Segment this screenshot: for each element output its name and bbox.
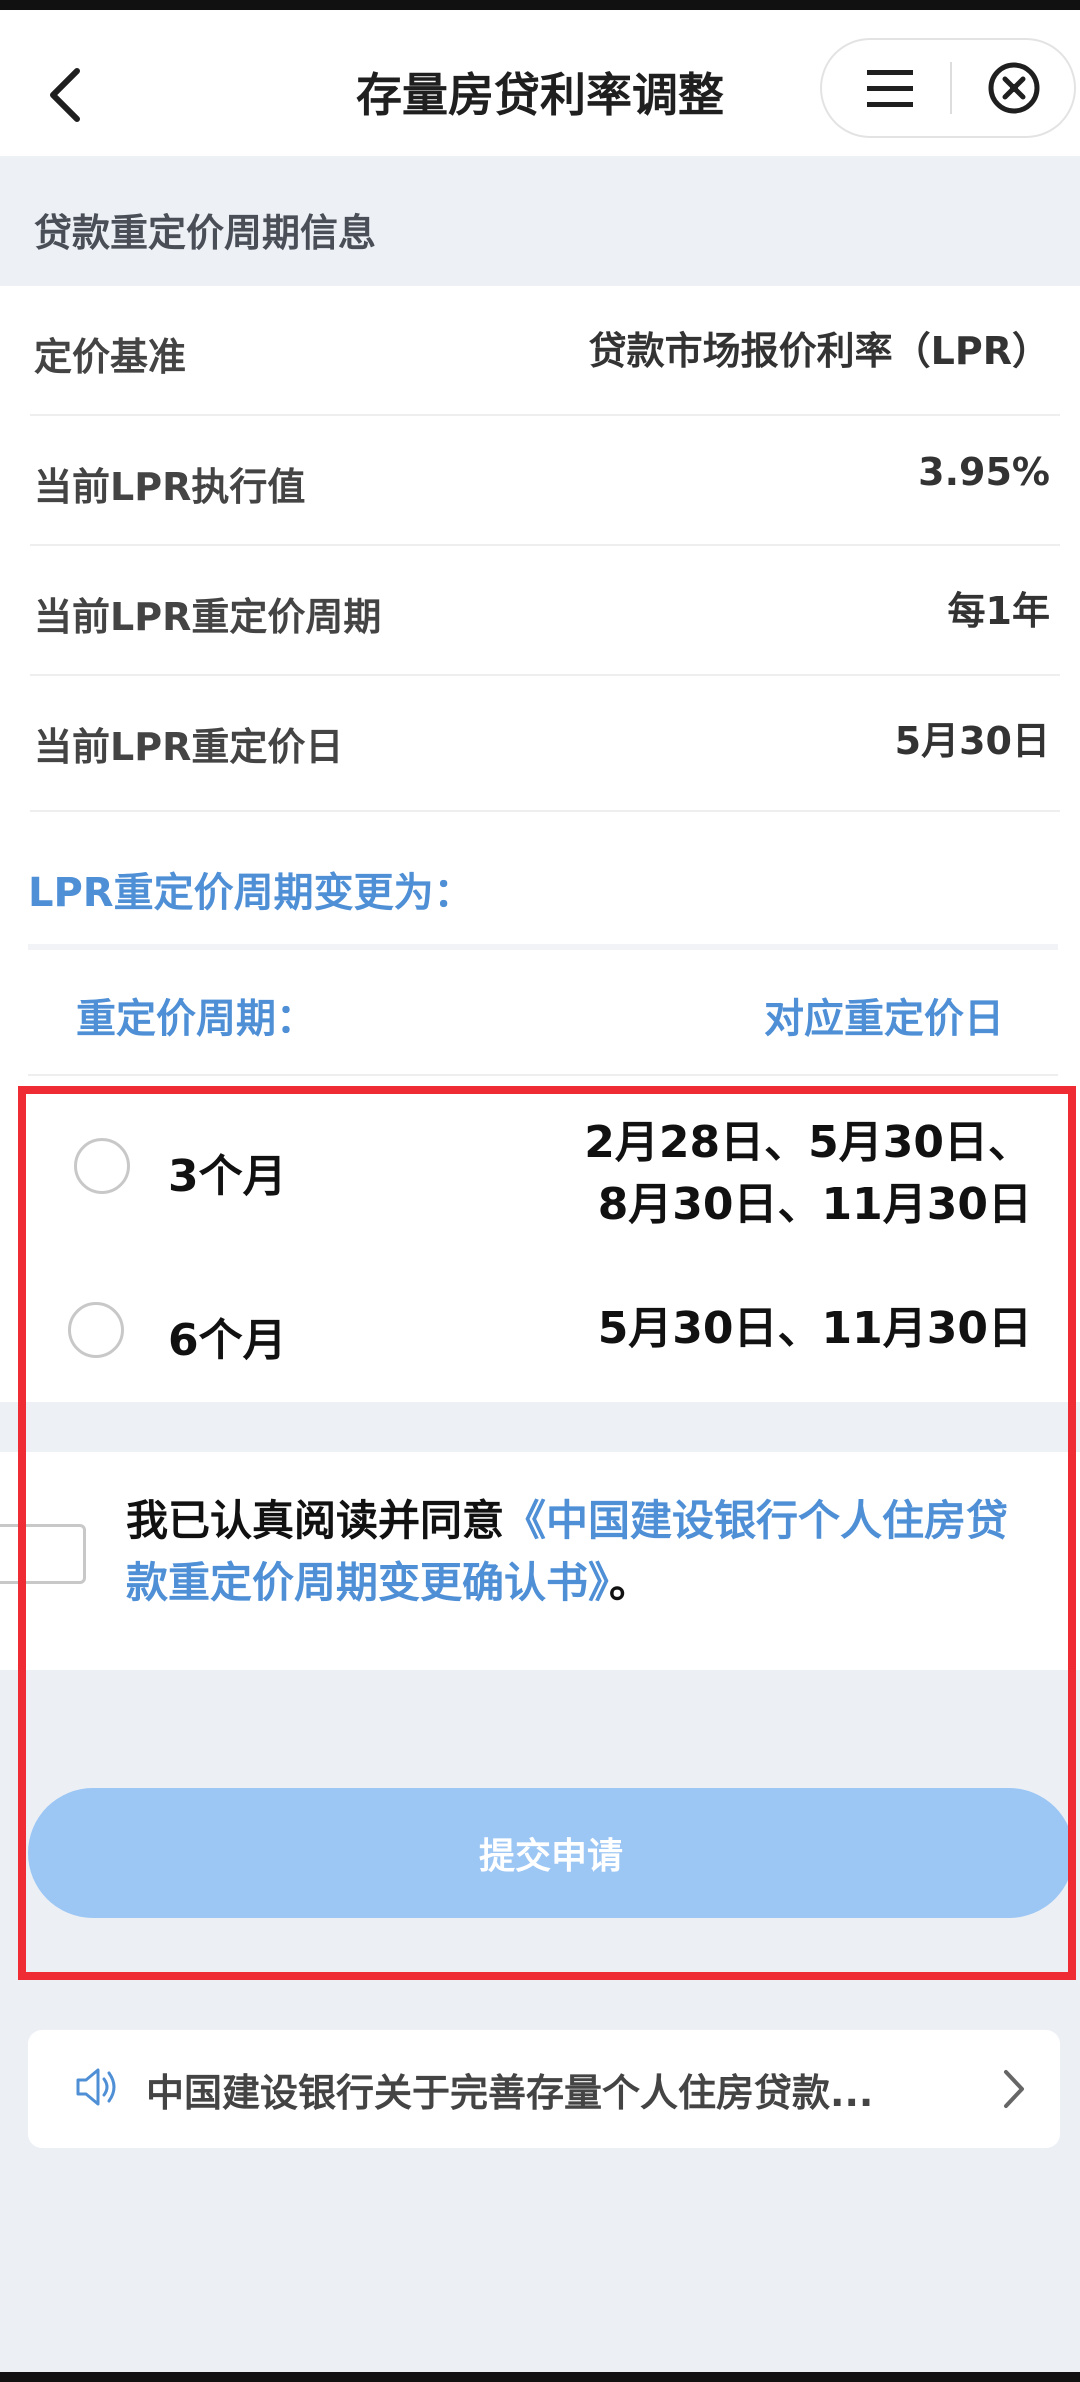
option-label: 3个月 bbox=[168, 1151, 287, 1202]
info-label: 当前LPR重定价日 bbox=[34, 725, 344, 769]
section-header: 贷款重定价周期信息 bbox=[0, 156, 1080, 286]
mini-program-capsule bbox=[820, 38, 1076, 138]
spacer bbox=[0, 1402, 1080, 1452]
info-label: 当前LPR执行值 bbox=[34, 465, 306, 509]
cycle-change-card: LPR重定价周期变更为： 重定价周期： 对应重定价日 3个月 2月28日、5月3… bbox=[0, 822, 1080, 1402]
option-label: 6个月 bbox=[168, 1315, 287, 1366]
info-value: 5月30日 bbox=[894, 719, 1050, 763]
agreement-suffix: 。 bbox=[609, 1558, 652, 1607]
menu-button[interactable] bbox=[840, 40, 940, 136]
info-value: 每1年 bbox=[947, 589, 1050, 633]
close-button[interactable] bbox=[964, 40, 1064, 136]
info-row-repricing-cycle: 当前LPR重定价周期 每1年 bbox=[30, 546, 1060, 676]
option-dates-line: 5月30日、11月30日 bbox=[597, 1303, 1032, 1354]
submit-button[interactable]: 提交申请 bbox=[28, 1788, 1074, 1918]
notice-bar[interactable]: 中国建设银行关于完善存量个人住房贷款... bbox=[28, 2030, 1060, 2148]
option-dates-line: 2月28日、5月30日、 bbox=[584, 1117, 1032, 1168]
option-dates: 2月28日、5月30日、 8月30日、11月30日 bbox=[584, 1112, 1032, 1236]
info-row-repricing-date: 当前LPR重定价日 5月30日 bbox=[30, 676, 1060, 812]
agreement-text: 我已认真阅读并同意《中国建设银行个人住房贷款重定价周期变更确认书》。 bbox=[126, 1490, 1026, 1614]
menu-icon bbox=[867, 70, 913, 107]
column-header-date: 对应重定价日 bbox=[764, 996, 1004, 1042]
agreement-prefix: 我已认真阅读并同意 bbox=[126, 1496, 505, 1545]
info-label: 当前LPR重定价周期 bbox=[34, 595, 382, 639]
option-dates: 5月30日、11月30日 bbox=[598, 1298, 1032, 1360]
change-title: LPR重定价周期变更为： bbox=[28, 870, 474, 916]
section-title: 贷款重定价周期信息 bbox=[34, 211, 377, 255]
info-value: 贷款市场报价利率（LPR） bbox=[588, 329, 1050, 373]
radio-6-months[interactable] bbox=[68, 1302, 124, 1358]
close-circle-icon bbox=[988, 62, 1040, 114]
bottom-edge bbox=[0, 2372, 1080, 2382]
agreement-checkbox[interactable] bbox=[0, 1524, 86, 1584]
chevron-right-icon bbox=[1004, 2070, 1024, 2108]
capsule-divider bbox=[950, 62, 952, 114]
divider bbox=[28, 944, 1058, 950]
info-row-pricing-basis: 定价基准 贷款市场报价利率（LPR） bbox=[30, 286, 1060, 416]
info-value: 3.95% bbox=[918, 450, 1050, 494]
loan-info-card: 定价基准 贷款市场报价利率（LPR） 当前LPR执行值 3.95% 当前LPR重… bbox=[0, 286, 1080, 822]
info-row-lpr-value: 当前LPR执行值 3.95% bbox=[30, 416, 1060, 546]
notice-text: 中国建设银行关于完善存量个人住房贷款... bbox=[146, 2071, 874, 2115]
option-dates-line: 8月30日、11月30日 bbox=[597, 1179, 1032, 1230]
divider bbox=[28, 1074, 1058, 1076]
status-bar-edge bbox=[0, 0, 1080, 10]
submit-button-label: 提交申请 bbox=[478, 1836, 623, 1877]
radio-3-months[interactable] bbox=[74, 1138, 130, 1194]
nav-header: 存量房贷利率调整 bbox=[0, 10, 1080, 156]
agreement-card: 我已认真阅读并同意《中国建设银行个人住房贷款重定价周期变更确认书》。 bbox=[0, 1452, 1080, 1670]
speaker-icon bbox=[76, 2068, 116, 2106]
column-header-cycle: 重定价周期： bbox=[76, 996, 316, 1042]
info-label: 定价基准 bbox=[34, 335, 187, 379]
